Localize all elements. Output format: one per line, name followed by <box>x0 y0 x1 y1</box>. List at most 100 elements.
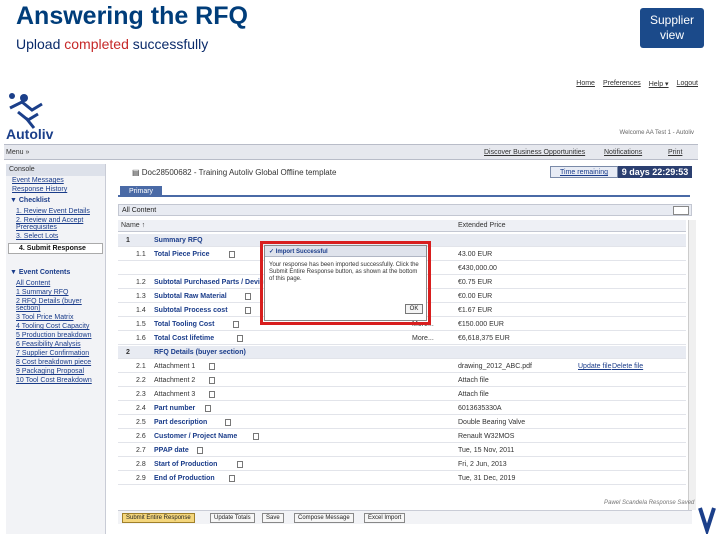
supplier-view-badge: Supplier view <box>640 8 704 48</box>
dialog-message: Your response has been imported successf… <box>269 262 419 282</box>
subtitle-pre: Upload <box>16 36 65 52</box>
note-icon[interactable] <box>245 307 251 314</box>
checklist-step-2[interactable]: 2. Review and Accept Prerequisites <box>6 216 105 232</box>
row-label: Total Piece Price <box>154 251 210 258</box>
event-contents-header[interactable]: ▼ Event Contents <box>6 266 105 279</box>
event-item-3[interactable]: 3 Tool Price Matrix <box>6 313 105 322</box>
all-content-label: All Content <box>122 207 157 214</box>
event-item-9[interactable]: 9 Packaging Proposal <box>6 367 105 376</box>
help-link[interactable]: Help ▾ <box>649 80 669 88</box>
badge-line-2: view <box>659 28 684 42</box>
note-icon[interactable] <box>209 377 215 384</box>
row-number: 2.2 <box>136 377 146 384</box>
event-item-2[interactable]: 2 RFQ Details (buyer section) <box>6 297 105 313</box>
event-item-4[interactable]: 4 Tooling Cost Capacity <box>6 322 105 331</box>
note-icon[interactable] <box>237 335 243 342</box>
delete-file-link[interactable]: Delete file <box>612 363 643 370</box>
time-remaining-value: 9 days 22:29:53 <box>618 166 692 178</box>
table-row[interactable]: 2.1 Attachment 1 drawing_2012_ABC.pdf Updat… <box>118 360 686 373</box>
autoliv-wordmark: Autoliv <box>6 126 54 142</box>
submit-entire-response-button[interactable]: Submit Entire Response <box>122 513 195 523</box>
row-value: €0.75 EUR <box>458 279 493 286</box>
checklist-step-4[interactable]: 4. Submit Response <box>8 243 103 254</box>
save-button[interactable]: Save <box>262 513 284 523</box>
row-value: 6013635330A <box>458 405 502 412</box>
ok-button[interactable]: OK <box>405 304 423 314</box>
event-item-6[interactable]: 6 Feasibility Analysis <box>6 340 105 349</box>
menu-link[interactable]: Menu » <box>6 149 29 156</box>
row-label: Start of Production <box>154 461 218 468</box>
table-row[interactable]: 2.7 PPAP date Tue, 15 Nov, 2011 <box>118 444 686 457</box>
row-number: 1.4 <box>136 307 146 314</box>
event-item-all[interactable]: All Content <box>6 279 105 288</box>
note-icon[interactable] <box>233 321 239 328</box>
checklist-step-1[interactable]: 1. Review Event Details <box>6 207 105 216</box>
compose-message-button[interactable]: Compose Message <box>294 513 354 523</box>
table-row[interactable]: 1.6 Total Cost lifetime More... €6,618,375 … <box>118 332 686 345</box>
event-messages-link[interactable]: Event Messages <box>6 176 105 185</box>
note-icon[interactable] <box>205 405 211 412</box>
update-totals-button[interactable]: Update Totals <box>210 513 255 523</box>
print-link[interactable]: Print <box>668 149 682 156</box>
event-item-7[interactable]: 7 Supplier Confirmation <box>6 349 105 358</box>
row-label: End of Production <box>154 475 215 482</box>
vertical-scrollbar[interactable] <box>688 220 696 510</box>
row-number: 2.1 <box>136 363 146 370</box>
checklist-step-3[interactable]: 3. Select Lots <box>6 232 105 241</box>
row-label: Part description <box>154 419 208 426</box>
note-icon[interactable] <box>229 475 235 482</box>
event-item-1[interactable]: 1 Summary RFQ <box>6 288 105 297</box>
column-extended-price[interactable]: Extended Price <box>458 222 505 229</box>
row-value[interactable]: Attach file <box>458 391 489 398</box>
event-item-10[interactable]: 10 Tool Cost Breakdown <box>6 376 105 385</box>
note-icon[interactable] <box>209 363 215 370</box>
logout-link[interactable]: Logout <box>677 80 698 88</box>
top-links: Home Preferences Help ▾ Logout <box>576 80 698 88</box>
note-icon[interactable] <box>237 461 243 468</box>
row-label: Total Cost lifetime <box>154 335 215 342</box>
update-file-link[interactable]: Update file <box>578 363 611 370</box>
checklist-header[interactable]: ▼ Checklist <box>6 194 105 207</box>
document-title: ▤ Doc28500682 - Training Autoliv Global … <box>132 168 336 177</box>
row-value[interactable]: Attach file <box>458 377 489 384</box>
row-value[interactable]: drawing_2012_ABC.pdf <box>458 363 532 370</box>
row-number: 2.3 <box>136 391 146 398</box>
row-value: €6,618,375 EUR <box>458 335 510 342</box>
note-icon[interactable] <box>197 447 203 454</box>
row-label: PPAP date <box>154 447 189 454</box>
table-row[interactable]: 2.9 End of Production Tue, 31 Dec, 2019 <box>118 472 686 485</box>
preferences-link[interactable]: Preferences <box>603 80 641 88</box>
table-row[interactable]: 2.8 Start of Production Fri, 2 Jun, 2013 <box>118 458 686 471</box>
column-name[interactable]: Name ↑ <box>121 222 145 229</box>
row-label: Attachment 3 <box>154 391 196 398</box>
table-row[interactable]: 2.6 Customer / Project Name Renault W32MOS <box>118 430 686 443</box>
row-label: Subtotal Purchased Parts / Devices <box>154 279 272 286</box>
note-icon[interactable] <box>253 433 259 440</box>
event-item-5[interactable]: 5 Production breakdown <box>6 331 105 340</box>
row-number: 1.3 <box>136 293 146 300</box>
table-row[interactable]: 2.2 Attachment 2 Attach file <box>118 374 686 387</box>
note-icon[interactable] <box>245 293 251 300</box>
note-icon[interactable] <box>229 251 235 258</box>
more-link[interactable]: More... <box>412 335 434 342</box>
subtitle-highlight: completed <box>64 36 129 52</box>
section-row[interactable]: 2 RFQ Details (buyer section) <box>118 346 686 359</box>
view-toggle-button[interactable] <box>673 206 689 215</box>
badge-line-1: Supplier <box>649 13 695 27</box>
triangle-down-icon: ▼ <box>10 197 19 204</box>
table-header: Name ↑ Extended Price <box>118 220 686 232</box>
response-history-link[interactable]: Response History <box>6 185 105 194</box>
table-row[interactable]: 2.3 Attachment 3 Attach file <box>118 388 686 401</box>
note-icon[interactable] <box>225 419 231 426</box>
table-row[interactable]: 2.5 Part description Double Bearing Valve <box>118 416 686 429</box>
discover-opportunities-link[interactable]: Discover Business Opportunities <box>484 149 585 156</box>
excel-import-button[interactable]: Excel Import <box>364 513 406 523</box>
row-label: Attachment 1 <box>154 363 196 370</box>
event-item-8[interactable]: 8 Cost breakdown piece <box>6 358 105 367</box>
time-remaining-label[interactable]: Time remaining <box>550 166 618 178</box>
home-link[interactable]: Home <box>576 80 595 88</box>
table-row[interactable]: 2.4 Part number 6013635330A <box>118 402 686 415</box>
note-icon[interactable] <box>209 391 215 398</box>
tab-primary[interactable]: Primary <box>120 186 162 197</box>
notifications-link[interactable]: Notifications <box>604 149 642 156</box>
